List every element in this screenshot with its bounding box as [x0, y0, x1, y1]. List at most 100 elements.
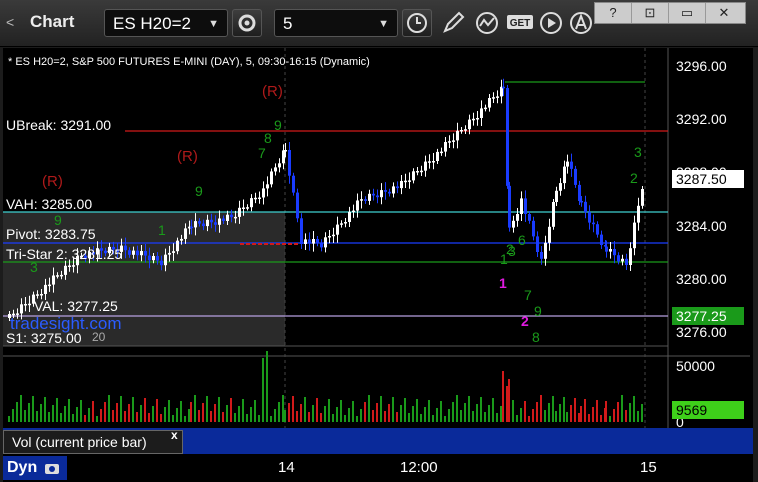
- candle-body: [524, 198, 527, 214]
- s1-label: S1: 3275.00: [6, 330, 82, 346]
- indicator-icon[interactable]: [474, 10, 500, 36]
- tristar-label: Tri-Star 2: 3281.25: [6, 246, 123, 262]
- pencil-icon[interactable]: [440, 10, 466, 36]
- restore-button[interactable]: ⊡: [632, 3, 669, 23]
- play-icon[interactable]: [538, 10, 564, 36]
- y-tick: 3284.00: [676, 218, 727, 234]
- volume-bar: [621, 395, 623, 422]
- close-study-icon[interactable]: x: [171, 428, 178, 442]
- volume-bar: [613, 409, 615, 422]
- candle-body: [218, 218, 221, 225]
- candle-body: [156, 256, 159, 261]
- volume-bar: [592, 407, 594, 422]
- get-icon[interactable]: GET: [506, 10, 534, 36]
- volume-bar: [80, 400, 82, 422]
- candle-body: [344, 222, 347, 224]
- candle-body: [262, 188, 265, 198]
- volume-bar: [32, 396, 34, 422]
- candle-body: [352, 210, 355, 213]
- volume-bar: [36, 411, 38, 422]
- symbol-selector[interactable]: ES H20=2 ▼: [104, 9, 228, 37]
- candle-body: [552, 202, 555, 227]
- volume-bar: [364, 402, 366, 422]
- settings-gear-icon: [238, 14, 256, 32]
- volume-bar: [500, 406, 502, 422]
- count-label: 2: [630, 170, 638, 186]
- settings-button[interactable]: [232, 9, 262, 37]
- volume-bar: [360, 409, 362, 422]
- candle-body: [140, 251, 143, 256]
- volume-bar: [116, 403, 118, 422]
- volume-bar: [72, 414, 74, 422]
- candle-body: [320, 243, 323, 248]
- candle-body: [484, 107, 487, 110]
- interval-value: 5: [283, 14, 293, 33]
- volume-bar: [100, 409, 102, 422]
- back-icon[interactable]: <: [6, 14, 14, 30]
- volume-bar: [194, 395, 196, 422]
- volume-bar: [563, 397, 565, 422]
- volume-bar: [40, 404, 42, 422]
- candle-body: [230, 214, 233, 218]
- candle-body: [574, 168, 577, 185]
- close-button[interactable]: ✕: [706, 3, 742, 23]
- candle-body: [72, 265, 75, 267]
- candle-body: [226, 214, 229, 221]
- candle-body: [512, 220, 515, 228]
- candle-body: [444, 142, 447, 152]
- volume-bar: [352, 401, 354, 422]
- interval-selector[interactable]: 5 ▼: [274, 9, 398, 37]
- svg-text:GET: GET: [510, 18, 531, 29]
- volume-bar: [468, 396, 470, 422]
- candle-body: [184, 228, 187, 239]
- alert-icon[interactable]: [568, 10, 594, 36]
- volume-bar: [20, 395, 22, 422]
- volume-bar: [206, 396, 208, 422]
- candle-body: [625, 258, 628, 265]
- volume-bar: [300, 404, 302, 422]
- candle-body: [214, 222, 217, 225]
- count-label: 9: [274, 117, 282, 133]
- volume-bar: [412, 406, 414, 422]
- price-chart[interactable]: 9 1 9 9 8 7 1 2 3 6 7 9 8 3 2 3 (R) (R) …: [3, 48, 753, 482]
- candle-body: [202, 223, 205, 227]
- volume-bar: [124, 411, 126, 422]
- volume-bar: [24, 410, 26, 422]
- help-button[interactable]: ?: [595, 3, 632, 23]
- dynamic-button[interactable]: Dyn: [3, 456, 67, 480]
- volume-study-label[interactable]: Vol (current price bar): [3, 430, 183, 454]
- volume-bar: [254, 400, 256, 422]
- volume-bar: [226, 405, 228, 422]
- level-20-label: 20: [92, 330, 106, 344]
- volume-bar: [570, 405, 572, 422]
- candle-body: [508, 185, 511, 228]
- x-tick: 15: [640, 459, 657, 476]
- volume-bar: [152, 406, 154, 422]
- y-tick: 3292.00: [676, 111, 727, 127]
- candle-body: [332, 234, 335, 237]
- volume-bar: [64, 406, 66, 422]
- candle-body: [44, 284, 47, 294]
- volume-bar: [266, 351, 268, 422]
- candle-body: [206, 219, 209, 227]
- volume-bar: [388, 404, 390, 422]
- volume-bar: [524, 401, 526, 422]
- candle-body: [416, 171, 419, 173]
- current-price-badge: 3287.50: [672, 170, 744, 188]
- candle-body: [605, 246, 608, 252]
- volume-bar: [440, 401, 442, 422]
- candle-body: [176, 240, 179, 252]
- candle-body: [324, 237, 327, 248]
- volume-bar: [548, 403, 550, 422]
- maximize-button[interactable]: ▭: [669, 3, 706, 23]
- y-tick: 3280.00: [676, 271, 727, 287]
- pivot-label: Pivot: 3283.75: [6, 226, 96, 242]
- volume-bar: [258, 415, 260, 422]
- candle-body: [596, 224, 599, 235]
- volume-bar: [559, 404, 561, 422]
- volume-bar: [320, 413, 322, 422]
- volume-bar: [464, 403, 466, 422]
- volume-bar: [484, 412, 486, 422]
- clock-button[interactable]: [402, 9, 432, 37]
- volume-bar: [555, 411, 557, 422]
